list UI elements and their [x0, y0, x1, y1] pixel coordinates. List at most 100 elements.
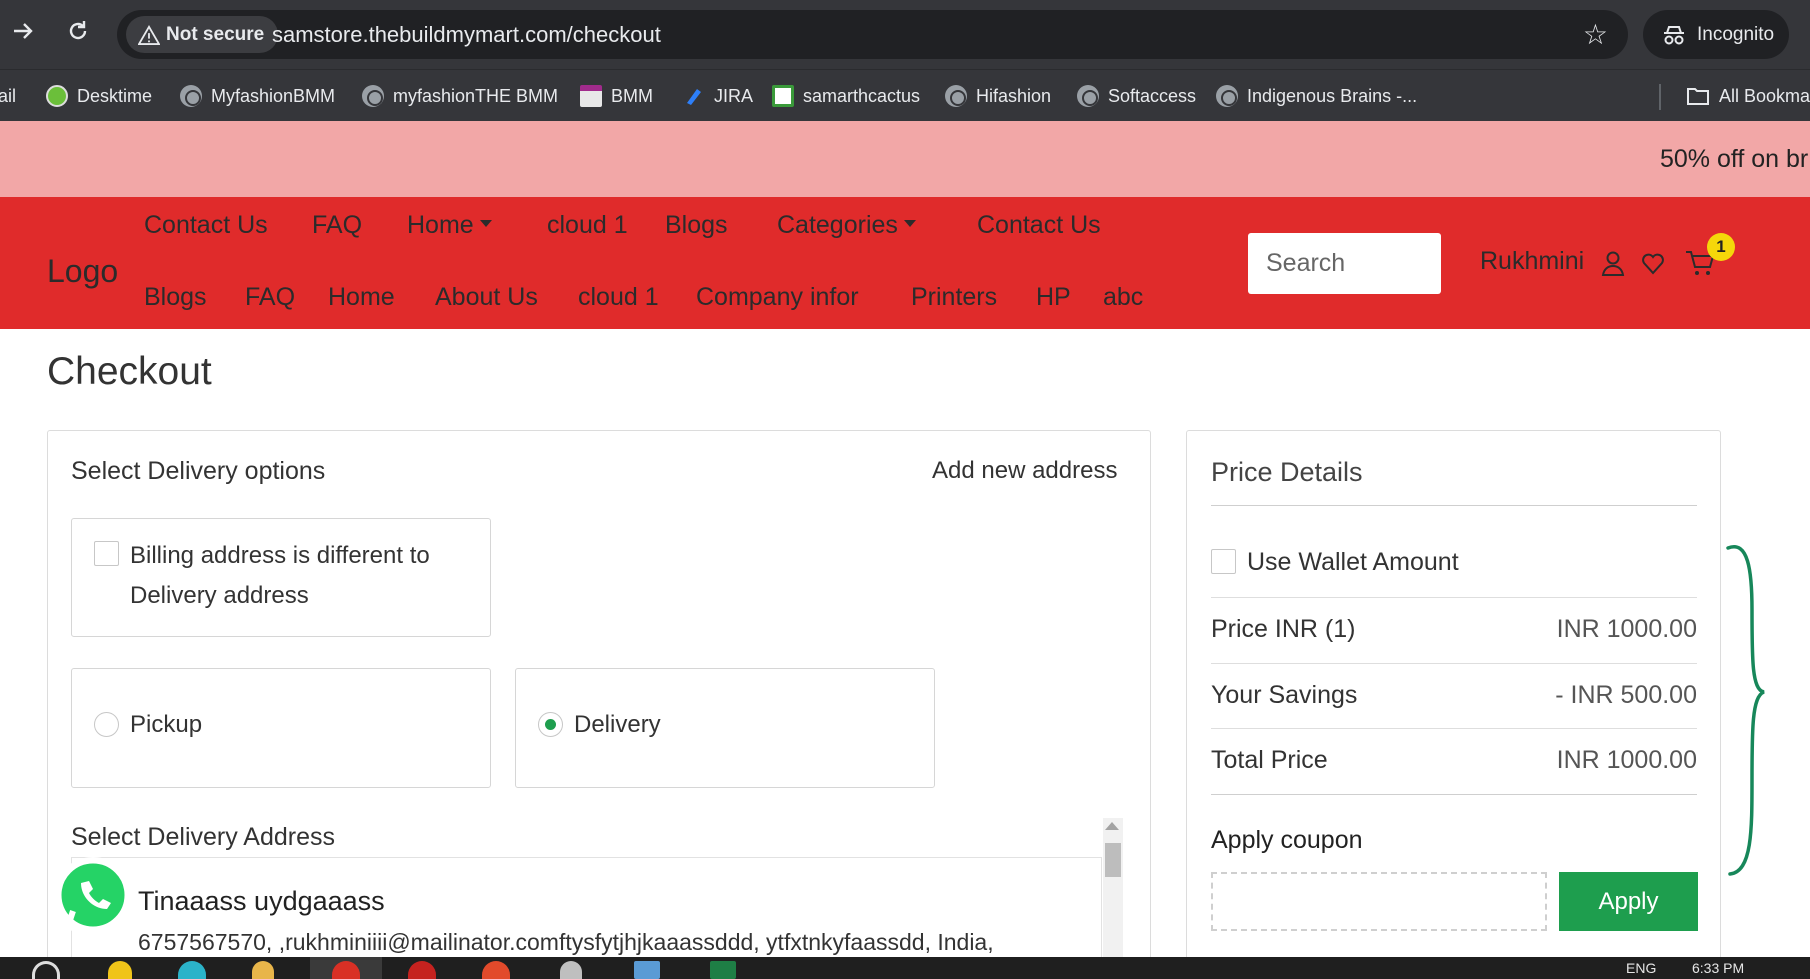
- globe-icon: [945, 85, 967, 107]
- warning-icon: [138, 24, 160, 45]
- nav-blogs[interactable]: Blogs: [144, 283, 207, 312]
- bookmarks-divider: [1659, 84, 1661, 110]
- incognito-label: Incognito: [1697, 23, 1775, 45]
- nav-faq[interactable]: FAQ: [245, 283, 295, 312]
- divider: [1211, 728, 1697, 729]
- divider: [1211, 663, 1697, 664]
- delivery-label: Delivery: [574, 711, 661, 738]
- bookmark-item[interactable]: JIRA: [683, 78, 753, 114]
- search-icon[interactable]: [32, 961, 60, 979]
- divider: [1211, 505, 1697, 506]
- app-icon[interactable]: [710, 961, 736, 979]
- browser-toolbar: Not secure samstore.thebuildmymart.com/c…: [0, 0, 1810, 69]
- clock[interactable]: 6:33 PM: [1692, 960, 1744, 976]
- app-icon[interactable]: [560, 961, 582, 979]
- price-details-title: Price Details: [1211, 457, 1363, 487]
- page-title: Checkout: [47, 350, 212, 393]
- heart-icon[interactable]: [1640, 249, 1666, 277]
- cactus-icon: [772, 85, 794, 107]
- nav-home[interactable]: Home: [328, 283, 395, 312]
- url-text[interactable]: samstore.thebuildmymart.com/checkout: [272, 22, 661, 48]
- bookmark-item[interactable]: myfashionTHE BMM: [362, 78, 558, 114]
- bookmark-item[interactable]: Hifashion: [945, 78, 1051, 114]
- bookmark-item[interactable]: BMM: [580, 78, 653, 114]
- address-bar[interactable]: Not secure samstore.thebuildmymart.com/c…: [117, 10, 1628, 59]
- bookmark-item[interactable]: Indigenous Brains -...: [1216, 78, 1417, 114]
- nav-company-infor[interactable]: Company infor: [696, 283, 859, 312]
- nav-cloud-1[interactable]: cloud 1: [547, 211, 628, 240]
- jira-icon: [683, 85, 705, 107]
- bmm-icon: [580, 85, 602, 107]
- nav-about-us[interactable]: About Us: [435, 283, 538, 312]
- bookmark-item[interactable]: lail: [0, 78, 16, 114]
- nav-categories-dropdown[interactable]: Categories: [777, 211, 916, 240]
- globe-icon: [1216, 85, 1238, 107]
- nav-cloud-1[interactable]: cloud 1: [578, 283, 659, 312]
- total-value: INR 1000.00: [1556, 746, 1697, 774]
- divider: [1211, 597, 1697, 598]
- address-name[interactable]: Tinaaass uydgaaass: [138, 886, 385, 917]
- coupon-label: Apply coupon: [1211, 826, 1363, 854]
- nav-contact-us[interactable]: Contact Us: [977, 211, 1101, 240]
- globe-icon: [362, 85, 384, 107]
- savings-value: - INR 500.00: [1555, 681, 1697, 709]
- nav-blogs[interactable]: Blogs: [665, 211, 728, 240]
- total-label: Total Price: [1211, 746, 1328, 774]
- nav-printers[interactable]: Printers: [911, 283, 997, 312]
- incognito-indicator[interactable]: Incognito: [1643, 10, 1789, 59]
- pickup-radio[interactable]: [94, 712, 119, 737]
- app-icon[interactable]: [178, 961, 206, 979]
- security-label: Not secure: [166, 23, 265, 45]
- site-logo[interactable]: Logo: [47, 253, 118, 290]
- app-icon[interactable]: [108, 961, 132, 979]
- wallet-label: Use Wallet Amount: [1247, 548, 1459, 576]
- bookmark-item[interactable]: Desktime: [46, 78, 152, 114]
- whatsapp-icon[interactable]: [53, 857, 133, 937]
- folder-icon: [1687, 88, 1709, 105]
- language-indicator[interactable]: ENG: [1626, 960, 1656, 976]
- wallet-checkbox[interactable]: [1211, 549, 1236, 574]
- app-icon[interactable]: [634, 961, 660, 979]
- bookmark-star-icon[interactable]: ☆: [1583, 18, 1608, 51]
- billing-different-checkbox[interactable]: [94, 541, 119, 566]
- pickup-label: Pickup: [130, 711, 203, 738]
- globe-icon: [1077, 85, 1099, 107]
- price-label: Price INR (1): [1211, 615, 1356, 643]
- site-header: Logo Contact Us FAQ Home cloud 1 Blogs C…: [0, 197, 1810, 329]
- scroll-up-arrow-icon[interactable]: [1105, 822, 1119, 830]
- address-details: 6757567570, ,rukhminiiii@mailinator.comf…: [138, 929, 994, 955]
- cart-count-badge: 1: [1707, 233, 1735, 261]
- app-icon[interactable]: [408, 961, 436, 979]
- apply-coupon-button[interactable]: Apply: [1559, 872, 1698, 931]
- coupon-input[interactable]: [1211, 872, 1547, 931]
- forward-arrow-icon[interactable]: [7, 18, 39, 50]
- nav-home-dropdown[interactable]: Home: [407, 211, 492, 240]
- add-new-address-link[interactable]: Add new address: [932, 457, 1117, 485]
- bookmark-item[interactable]: MyfashionBMM: [180, 78, 335, 114]
- caret-down-icon: [479, 219, 492, 227]
- nav-faq[interactable]: FAQ: [312, 211, 362, 240]
- delivery-radio[interactable]: [538, 712, 563, 737]
- delivery-options-title: Select Delivery options: [71, 457, 326, 485]
- desktime-icon: [46, 85, 68, 107]
- user-name[interactable]: Rukhmini: [1480, 247, 1584, 276]
- caret-down-icon: [903, 219, 916, 227]
- incognito-icon: [1664, 25, 1684, 44]
- bookmark-item[interactable]: Softaccess: [1077, 78, 1196, 114]
- annotation-brace: [1726, 544, 1765, 876]
- reload-icon[interactable]: [62, 18, 94, 50]
- nav-contact-us[interactable]: Contact Us: [144, 211, 268, 240]
- nav-hp[interactable]: HP: [1036, 283, 1071, 312]
- app-icon[interactable]: [252, 961, 274, 979]
- savings-label: Your Savings: [1211, 681, 1358, 709]
- nav-abc[interactable]: abc: [1103, 283, 1143, 312]
- user-icon[interactable]: [1600, 249, 1626, 277]
- app-icon[interactable]: [482, 961, 510, 979]
- divider: [1211, 794, 1697, 795]
- scrollbar-thumb[interactable]: [1105, 843, 1121, 877]
- security-indicator[interactable]: Not secure: [126, 16, 279, 53]
- price-value: INR 1000.00: [1556, 615, 1697, 643]
- bookmark-item[interactable]: samarthcactus: [772, 78, 920, 114]
- all-bookmarks[interactable]: All Bookma: [1686, 78, 1810, 114]
- search-input[interactable]: [1248, 233, 1441, 294]
